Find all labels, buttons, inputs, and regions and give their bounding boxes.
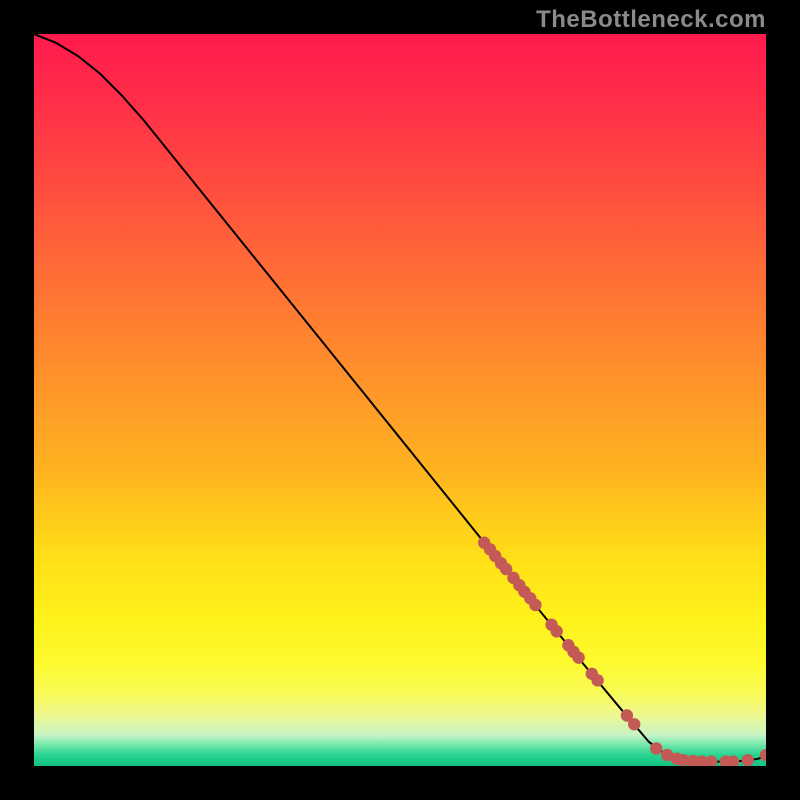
data-marker xyxy=(591,674,603,686)
data-marker xyxy=(529,599,541,611)
gradient-bg xyxy=(34,34,766,766)
data-marker xyxy=(572,651,584,663)
chart-stage: TheBottleneck.com xyxy=(0,0,800,800)
watermark-text: TheBottleneck.com xyxy=(536,6,766,34)
chart-plot xyxy=(34,34,766,766)
data-marker xyxy=(650,742,662,754)
data-marker xyxy=(742,754,754,766)
data-marker xyxy=(550,625,562,637)
data-marker xyxy=(628,718,640,730)
